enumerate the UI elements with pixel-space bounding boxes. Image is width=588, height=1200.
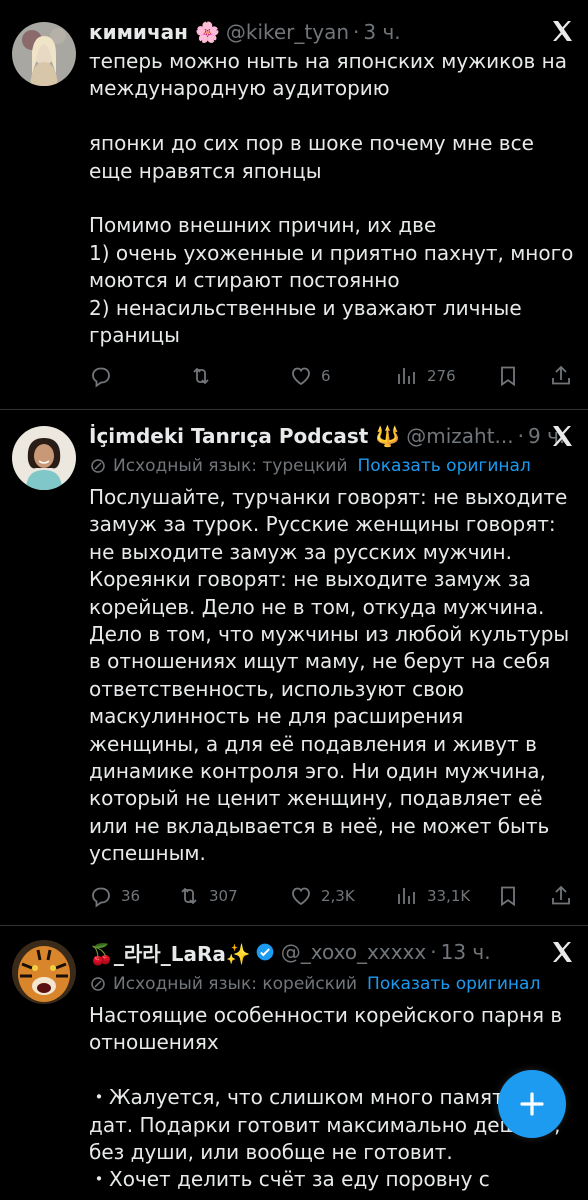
share-button[interactable] xyxy=(549,364,573,388)
author-handle[interactable]: @_xoxo_xxxxx xyxy=(281,940,426,964)
tweet-3[interactable]: 🍒_라라_LaRa✨ @_xoxo_xxxxx · 13 ч. Исходный… xyxy=(0,926,588,1200)
compose-button[interactable] xyxy=(498,1070,566,1138)
share-icon xyxy=(552,365,570,385)
x-logo-icon[interactable] xyxy=(550,19,574,43)
avatar-lara[interactable] xyxy=(12,940,76,1004)
views-icon xyxy=(398,888,415,904)
translation-label: Исходный язык: корейский xyxy=(113,974,358,994)
views-count: 276 xyxy=(427,367,456,385)
author-name[interactable]: İçimdeki Tanrıça Podcast 🔱 xyxy=(89,424,400,448)
views-button[interactable]: 276 xyxy=(395,364,456,388)
compose-icon xyxy=(520,1092,544,1116)
retweet-button[interactable]: 307 xyxy=(177,884,238,908)
bookmark-button[interactable] xyxy=(496,364,520,388)
author-name[interactable]: 🍒_라라_LaRa✨ xyxy=(89,938,251,967)
reply-count: 36 xyxy=(121,887,141,905)
translation-label: Исходный язык: турецкий xyxy=(113,456,348,476)
tweet-text: Послушайте, турчанки говорят: не выходит… xyxy=(89,485,576,866)
like-count: 6 xyxy=(321,367,331,385)
author-handle[interactable]: @mizaht... xyxy=(406,424,513,448)
views-count: 33,1K xyxy=(427,887,471,905)
author-handle[interactable]: @kiker_tyan xyxy=(226,20,349,44)
bookmark-icon xyxy=(501,366,515,387)
like-button[interactable]: 2,3K xyxy=(289,884,355,908)
show-original-link[interactable]: Показать оригинал xyxy=(358,456,531,476)
like-icon xyxy=(292,367,310,386)
reply-button[interactable]: 36 xyxy=(89,884,140,908)
reply-icon xyxy=(92,367,110,388)
views-button[interactable]: 33,1K xyxy=(395,884,470,908)
reply-button[interactable] xyxy=(89,364,113,388)
tweet-time[interactable]: 13 ч. xyxy=(441,940,491,964)
show-original-link[interactable]: Показать оригинал xyxy=(367,974,540,994)
like-button[interactable]: 6 xyxy=(289,364,331,388)
tweet-header: кимичан 🌸 @kiker_tyan · 3 ч. xyxy=(89,20,401,44)
tweet-header: 🍒_라라_LaRa✨ @_xoxo_xxxxx · 13 ч. xyxy=(89,936,576,968)
x-logo-icon[interactable] xyxy=(550,424,574,448)
avatar-kimichan[interactable] xyxy=(12,22,76,86)
views-icon xyxy=(398,368,415,384)
x-logo-icon[interactable] xyxy=(550,940,574,964)
retweet-count: 307 xyxy=(209,887,238,905)
reply-icon xyxy=(92,887,110,908)
retweet-icon xyxy=(193,367,209,385)
retweet-button[interactable] xyxy=(189,364,213,388)
tweet-1[interactable]: кимичан 🌸 @kiker_tyan · 3 ч. теперь можн… xyxy=(0,0,588,410)
tweet-actions: 6 276 xyxy=(89,364,574,394)
translate-icon xyxy=(91,459,105,473)
share-icon xyxy=(552,885,570,905)
like-count: 2,3K xyxy=(321,887,355,905)
avatar-icimdeki[interactable] xyxy=(12,426,76,490)
translate-icon xyxy=(91,977,105,991)
bookmark-button[interactable] xyxy=(496,884,520,908)
translation-info: Исходный язык: корейский Показать оригин… xyxy=(89,974,540,994)
retweet-icon xyxy=(181,887,197,905)
share-button[interactable] xyxy=(549,884,573,908)
tweet-header: İçimdeki Tanrıça Podcast 🔱 @mizaht... · … xyxy=(89,424,566,448)
author-name[interactable]: кимичан 🌸 xyxy=(89,20,220,44)
bookmark-icon xyxy=(501,886,515,907)
tweet-time[interactable]: 3 ч. xyxy=(363,20,400,44)
tweet-actions: 36 307 2,3K 33,1K xyxy=(89,884,574,914)
tweet-text: теперь можно ныть на японских мужиков на… xyxy=(89,49,574,348)
tweet-2[interactable]: İçimdeki Tanrıça Podcast 🔱 @mizaht... · … xyxy=(0,410,588,925)
translation-info: Исходный язык: турецкий Показать оригина… xyxy=(89,456,531,476)
like-icon xyxy=(292,887,310,906)
verified-badge-icon xyxy=(256,943,274,961)
